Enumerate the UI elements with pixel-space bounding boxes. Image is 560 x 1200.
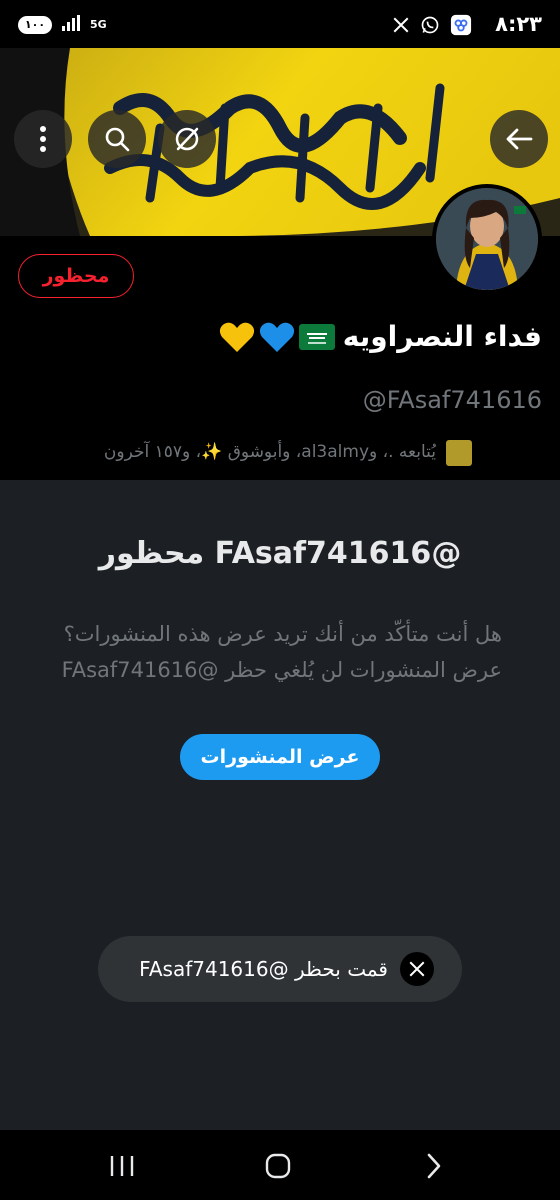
handle: @FAsaf741616 bbox=[362, 386, 542, 414]
system-nav-bar bbox=[0, 1130, 560, 1200]
status-left-group: ١٠٠ 5G bbox=[18, 15, 107, 35]
search-button[interactable] bbox=[88, 110, 146, 168]
profile-header: محظور فداء النصراويه @FAsaf741616 يُتابع… bbox=[0, 184, 560, 480]
x-logo-icon bbox=[400, 952, 434, 986]
more-vertical-icon bbox=[40, 126, 46, 152]
grok-icon bbox=[175, 127, 199, 151]
toast-text: قمت بحظر @FAsaf741616 bbox=[139, 957, 388, 981]
display-name-row: فداء النصراويه bbox=[219, 320, 542, 353]
x-icon bbox=[392, 16, 410, 38]
recents-icon bbox=[110, 1156, 134, 1176]
whatsapp-icon bbox=[420, 15, 440, 39]
blocked-title: @FAsaf741616 محظور bbox=[98, 536, 462, 571]
blocked-description: هل أنت متأكّد من أنك تريد عرض هذه المنشو… bbox=[42, 616, 502, 688]
status-bar: ١٠٠ 5G ٨:٢٣ bbox=[0, 0, 560, 48]
follower-avatar bbox=[446, 440, 472, 466]
vpn-icon bbox=[450, 14, 472, 40]
search-icon bbox=[105, 127, 130, 152]
clock: ٨:٢٣ bbox=[495, 12, 542, 36]
back-icon bbox=[427, 1153, 441, 1179]
blocked-desc-line2: عرض المنشورات لن يُلغي حظر @FAsaf741616 bbox=[61, 658, 502, 682]
followed-by-text[interactable]: يُتابعه .، وal3almy، وأبوشوق ✨، و١٥٧ آخر… bbox=[104, 442, 436, 462]
status-app-icons bbox=[392, 14, 472, 40]
home-button[interactable] bbox=[258, 1150, 298, 1182]
yellow-heart-icon bbox=[219, 322, 254, 352]
saudi-flag-icon bbox=[298, 323, 335, 350]
battery-icon: ١٠٠ bbox=[18, 16, 52, 34]
name-emojis bbox=[219, 321, 335, 353]
nav-back-button[interactable] bbox=[414, 1150, 454, 1182]
home-icon bbox=[265, 1153, 291, 1179]
signal-icon bbox=[62, 15, 80, 35]
grok-button[interactable] bbox=[158, 110, 216, 168]
display-name: فداء النصراويه bbox=[342, 320, 542, 353]
avatar[interactable] bbox=[432, 184, 542, 294]
avatar-image bbox=[436, 188, 538, 290]
blocked-notice: @FAsaf741616 محظور هل أنت متأكّد من أنك … bbox=[0, 480, 560, 1130]
back-arrow-icon bbox=[506, 128, 533, 150]
recents-button[interactable] bbox=[102, 1150, 142, 1182]
more-button[interactable] bbox=[14, 110, 72, 168]
view-posts-button[interactable]: عرض المنشورات bbox=[180, 734, 380, 780]
network-type: 5G bbox=[90, 18, 107, 31]
blocked-desc-line1: هل أنت متأكّد من أنك تريد عرض هذه المنشو… bbox=[63, 622, 502, 646]
toast: قمت بحظر @FAsaf741616 bbox=[98, 936, 462, 1002]
blue-heart-icon bbox=[259, 322, 294, 352]
blocked-button[interactable]: محظور bbox=[18, 254, 134, 298]
back-button[interactable] bbox=[490, 110, 548, 168]
